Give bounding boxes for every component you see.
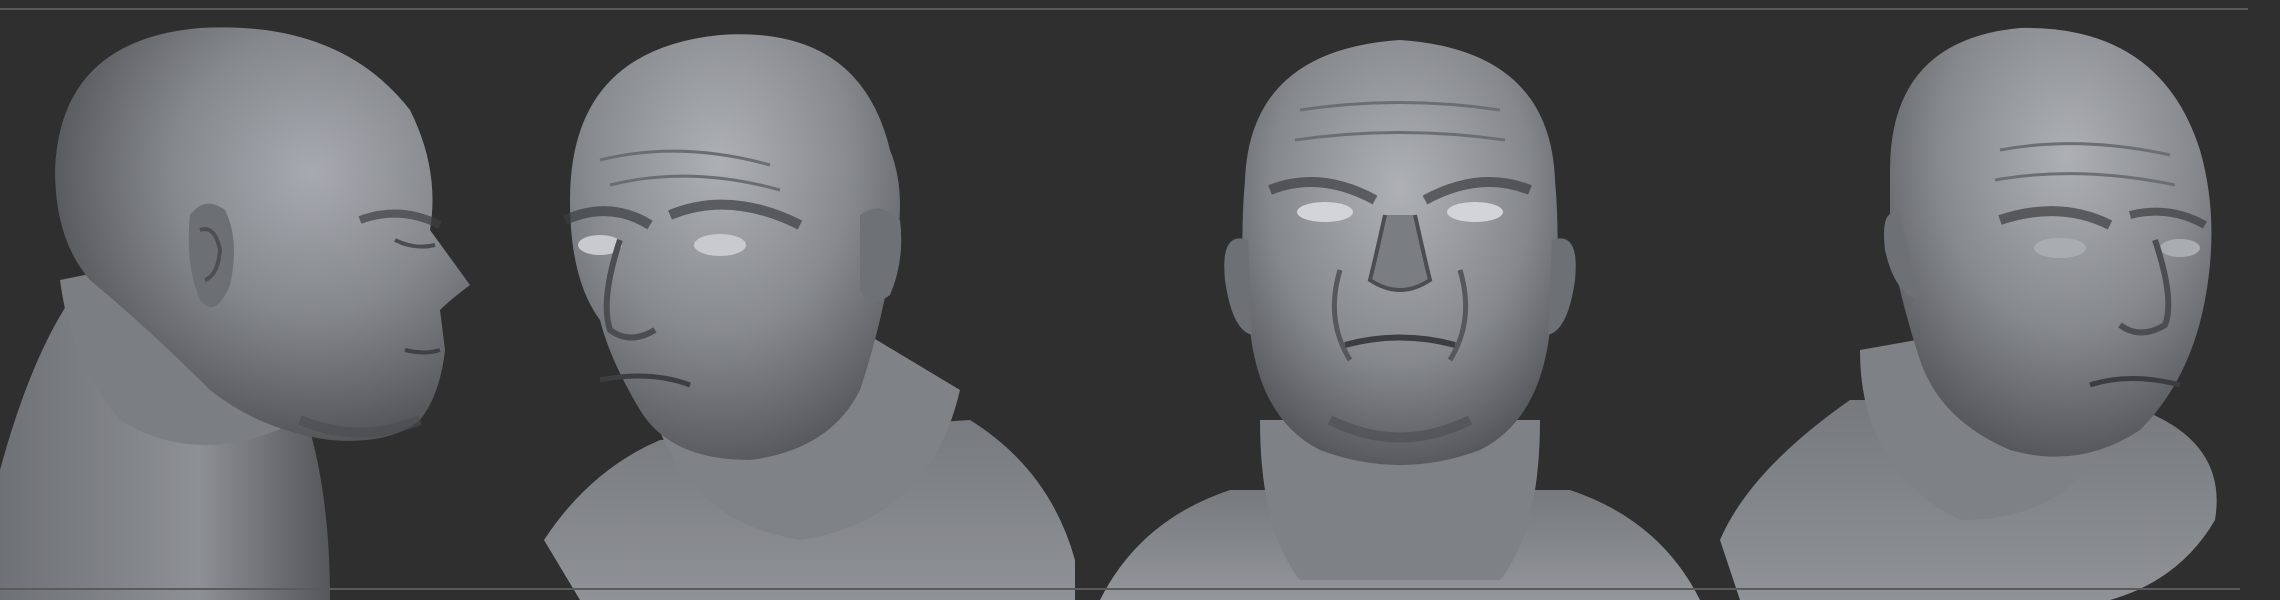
- three-quarter-right-bust: [1720, 27, 2217, 600]
- sculpt-turntable-canvas: [0, 0, 2280, 600]
- eye-right: [694, 234, 746, 256]
- front-bust: [1100, 40, 1700, 600]
- ear-right-shape: [1548, 238, 1576, 335]
- ear-left-shape: [1224, 238, 1252, 335]
- eye-left: [1297, 202, 1353, 222]
- three-quarter-left-view: [530, 0, 1090, 600]
- bottom-divider: [0, 588, 2240, 590]
- three-quarter-right-view: [1710, 0, 2250, 600]
- eye-right: [2160, 239, 2200, 257]
- ear-shape: [860, 208, 902, 302]
- left-profile-bust: [0, 27, 470, 600]
- left-profile-view: [0, 0, 520, 600]
- front-view: [1100, 0, 1700, 600]
- eye-left: [2034, 238, 2086, 258]
- three-quarter-left-bust: [544, 34, 1075, 600]
- eye-right: [1447, 202, 1503, 222]
